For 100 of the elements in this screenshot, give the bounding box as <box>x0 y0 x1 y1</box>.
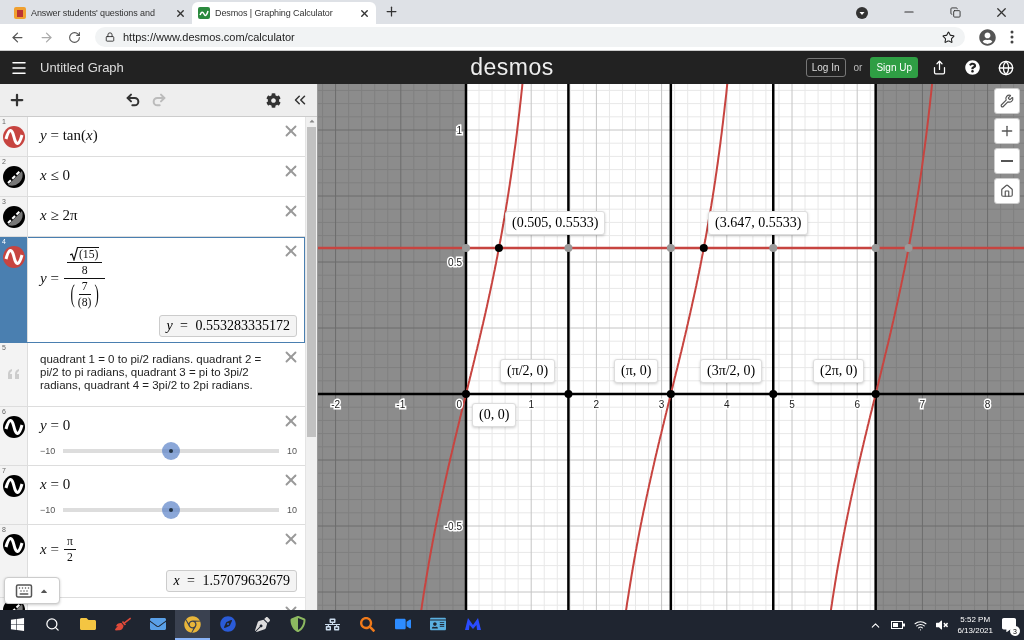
math-text: 8 <box>81 264 88 277</box>
plus-icon <box>999 123 1015 139</box>
tick-label: -1 <box>396 399 406 410</box>
slider-max: 10 <box>287 445 297 456</box>
new-tab-icon[interactable] <box>384 4 399 19</box>
scrollbar[interactable] <box>305 117 317 610</box>
home-button[interactable] <box>994 178 1020 204</box>
graph-style-icon[interactable] <box>2 474 25 497</box>
math-text: 2 <box>66 550 73 564</box>
volume-muted-icon[interactable] <box>936 619 949 631</box>
slider-min: −10 <box>40 504 56 515</box>
math-text: y = tan(x) <box>40 127 98 144</box>
desmos-logo: desmos <box>470 54 554 81</box>
minus-icon <box>1001 160 1013 162</box>
tick-label: 4 <box>724 399 730 410</box>
zoom-in-button[interactable] <box>994 118 1020 144</box>
zoom-out-button[interactable] <box>994 148 1020 174</box>
close-tab-icon[interactable] <box>175 7 186 19</box>
tick-label: 2 <box>593 399 600 410</box>
math-text: (15) <box>78 248 99 261</box>
tab-title: Desmos | Graphing Calculator <box>215 8 334 18</box>
math-text: x = <box>40 540 59 558</box>
home-icon <box>1000 184 1014 198</box>
tick-label: 0 <box>456 399 462 410</box>
help-icon[interactable] <box>965 60 980 75</box>
parenthesis: ) <box>94 279 99 310</box>
more-menu-icon[interactable] <box>1010 30 1014 44</box>
broom-icon[interactable] <box>114 616 131 632</box>
graph-style-icon[interactable] <box>2 533 25 556</box>
shield-icon[interactable] <box>289 616 306 632</box>
point-marker <box>462 243 470 252</box>
folder-icon[interactable] <box>79 616 96 632</box>
math-text: x = 0 <box>40 475 71 493</box>
keyboard-button[interactable] <box>4 577 60 604</box>
share-icon[interactable] <box>932 60 947 75</box>
tick-label: 7 <box>919 399 926 410</box>
quote-icon <box>6 369 21 379</box>
clock[interactable]: 5:52 PM 6/13/2021 <box>957 614 993 636</box>
point-marker <box>769 243 778 252</box>
reload-icon[interactable] <box>68 30 81 44</box>
math-text: y = 0 <box>40 416 71 434</box>
scroll-up-icon[interactable] <box>307 117 316 125</box>
point-marker <box>666 243 675 252</box>
point-label: (3π/2, 0) <box>700 359 763 383</box>
close-tab-icon[interactable] <box>359 7 370 19</box>
compass-icon[interactable] <box>219 616 236 632</box>
add-item-icon[interactable] <box>8 91 26 109</box>
settings-wrench-button[interactable] <box>994 88 1020 114</box>
point-marker <box>699 243 708 252</box>
site-icon <box>14 7 26 19</box>
globe-icon[interactable] <box>998 59 1014 76</box>
undo-icon[interactable] <box>125 92 141 108</box>
math-text: y = <box>40 269 59 287</box>
chrome-icon[interactable] <box>184 615 201 633</box>
m-logo-icon[interactable] <box>463 617 482 631</box>
battery-icon[interactable] <box>891 621 906 629</box>
evaluation-result: y = 0.553283335172 <box>159 315 297 337</box>
math-text: x ≤ 0 <box>40 167 70 184</box>
point-label: (2π, 0) <box>813 359 865 383</box>
point-marker <box>564 390 573 398</box>
bookmark-star-icon[interactable] <box>942 30 955 44</box>
point-marker <box>871 390 880 398</box>
graph-style-icon[interactable] <box>2 415 25 438</box>
point-marker <box>769 390 778 398</box>
card-icon[interactable] <box>429 616 446 632</box>
point-marker <box>904 243 913 252</box>
point-marker <box>871 243 880 252</box>
point-label: (0.505, 0.5533) <box>505 211 606 235</box>
slider-thumb[interactable] <box>162 441 181 460</box>
tick-label: 3 <box>658 399 665 410</box>
point-label: (0, 0) <box>472 403 517 427</box>
lock-icon <box>105 32 115 42</box>
video-camera-icon[interactable] <box>394 616 411 632</box>
or-text: or <box>853 62 863 73</box>
extension-icon[interactable] <box>856 7 868 19</box>
settings-icon[interactable] <box>266 92 281 108</box>
browser-tab[interactable]: Answer students' questions and <box>8 2 192 24</box>
tick-label: 5 <box>789 399 795 410</box>
network-icon[interactable] <box>325 616 340 632</box>
point-marker <box>462 390 470 398</box>
slider-thumb[interactable] <box>162 500 181 519</box>
slider-max: 10 <box>287 504 297 515</box>
tab-title: Answer students' questions and <box>31 8 156 18</box>
envelope-icon[interactable] <box>149 616 166 632</box>
graph-title[interactable]: Untitled Graph <box>40 60 124 75</box>
pen-icon[interactable] <box>255 616 270 632</box>
graph-style-icon[interactable] <box>2 206 25 228</box>
address-field[interactable]: https://www.desmos.com/calculator <box>95 27 965 47</box>
point-marker <box>494 243 503 252</box>
login-button[interactable]: Log In <box>805 58 846 77</box>
graph-style-icon[interactable] <box>2 166 25 188</box>
profile-icon[interactable] <box>979 28 996 46</box>
magnifier-icon[interactable] <box>360 616 375 632</box>
browser-tab[interactable]: Desmos | Graphing Calculator <box>192 2 376 24</box>
note-text: quadrant 1 = 0 to pi/2 radians. quadrant 2 = pi/2 to pi radians, quadrant 3 = pi to 3pi/2 radians, quadrant 4 = 3pi/2 to 2pi radians. <box>40 353 263 393</box>
slider-min: −10 <box>40 445 56 456</box>
wifi-icon[interactable] <box>914 618 928 632</box>
wrench-icon <box>1000 94 1014 108</box>
math-text: x ≥ 2π <box>40 207 78 224</box>
back-icon[interactable] <box>10 29 25 45</box>
